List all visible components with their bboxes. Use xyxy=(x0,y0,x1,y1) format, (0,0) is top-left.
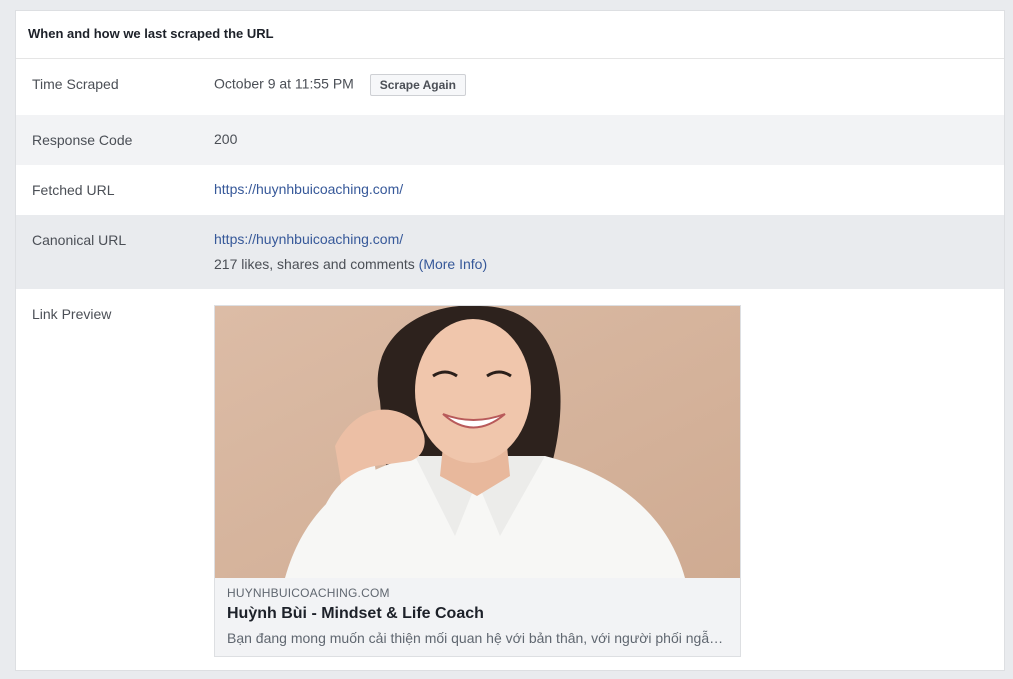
panel-title: When and how we last scraped the URL xyxy=(16,11,1004,59)
canonical-url-label: Canonical URL xyxy=(32,232,127,248)
preview-description: Bạn đang mong muốn cải thiện mối quan hệ… xyxy=(227,630,728,646)
response-code-label: Response Code xyxy=(32,132,133,148)
row-response-code: Response Code 200 xyxy=(16,115,1004,165)
preview-text-block: HUYNHBUICOACHING.COM Huỳnh Bùi - Mindset… xyxy=(215,578,740,656)
row-link-preview: Link Preview HUYNHBUICOACHING.COM Huỳnh … xyxy=(16,289,1004,671)
preview-image xyxy=(215,306,740,578)
fetched-url-link[interactable]: https://huynhbuicoaching.com/ xyxy=(214,181,403,197)
scrape-again-button[interactable]: Scrape Again xyxy=(369,74,466,96)
scrape-info-panel: When and how we last scraped the URL Tim… xyxy=(15,10,1005,671)
link-preview-card[interactable]: HUYNHBUICOACHING.COM Huỳnh Bùi - Mindset… xyxy=(214,305,741,657)
engagement-text: 217 likes, shares and comments xyxy=(214,256,415,272)
preview-domain: HUYNHBUICOACHING.COM xyxy=(227,586,390,600)
link-preview-label: Link Preview xyxy=(32,306,112,322)
row-time-scraped: Time Scraped October 9 at 11:55 PM Scrap… xyxy=(16,59,1004,115)
engagement-line: 217 likes, shares and comments (More Inf… xyxy=(214,256,487,272)
canonical-url-link[interactable]: https://huynhbuicoaching.com/ xyxy=(214,231,403,247)
fetched-url-label: Fetched URL xyxy=(32,182,115,198)
time-scraped-label: Time Scraped xyxy=(32,76,119,92)
preview-title: Huỳnh Bùi - Mindset & Life Coach xyxy=(227,605,484,622)
row-fetched-url: Fetched URL https://huynhbuicoaching.com… xyxy=(16,165,1004,215)
time-scraped-value: October 9 at 11:55 PM xyxy=(214,75,354,92)
response-code-value: 200 xyxy=(214,131,238,147)
more-info-link[interactable]: (More Info) xyxy=(419,256,487,272)
row-canonical-url: Canonical URL https://huynhbuicoaching.c… xyxy=(16,215,1004,289)
time-scraped-value-wrap: October 9 at 11:55 PM Scrape Again xyxy=(214,74,466,96)
